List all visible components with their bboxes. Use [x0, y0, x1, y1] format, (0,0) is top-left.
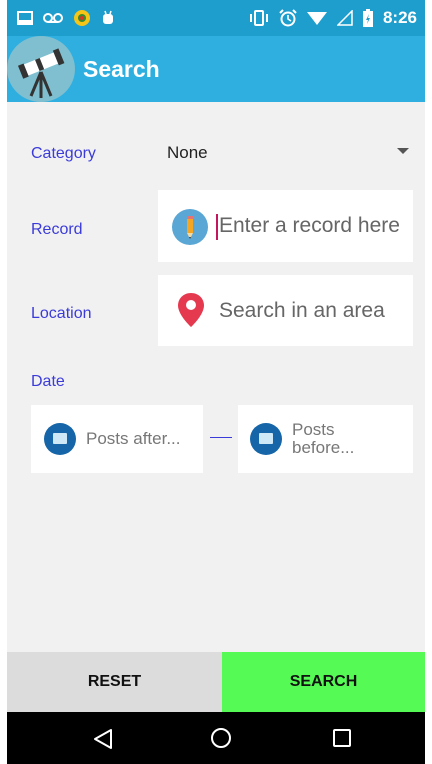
date-before-line1: Posts	[292, 420, 335, 439]
screen-icon	[17, 11, 33, 25]
android-debug-icon	[103, 10, 113, 24]
location-placeholder: Search in an area	[219, 299, 385, 322]
voicemail-icon	[43, 13, 63, 23]
map-pin-icon	[178, 293, 204, 327]
calendar-icon	[44, 423, 76, 455]
date-before-placeholder: Posts before...	[292, 421, 354, 457]
dropdown-arrow-icon[interactable]	[397, 148, 409, 154]
app-screen: 8:26 Search Category None Record Enter a…	[7, 0, 425, 764]
record-placeholder: Enter a record here	[219, 214, 400, 237]
category-label: Category	[31, 145, 96, 162]
location-input[interactable]: Search in an area	[158, 275, 413, 346]
pencil-icon	[172, 209, 208, 245]
recent-apps-icon[interactable]	[333, 729, 351, 747]
telescope-icon	[17, 48, 65, 98]
calendar-icon	[250, 423, 282, 455]
record-label: Record	[31, 221, 83, 238]
date-after-placeholder: Posts after...	[86, 429, 181, 448]
status-right-icons: 8:26	[249, 8, 417, 28]
date-after-input[interactable]: Posts after...	[31, 405, 203, 473]
navigation-bar	[7, 712, 425, 764]
back-icon[interactable]	[93, 728, 113, 750]
location-label: Location	[31, 305, 92, 322]
status-time: 8:26	[382, 8, 417, 27]
date-range-separator	[210, 437, 232, 438]
category-select[interactable]: None	[167, 143, 208, 163]
record-input[interactable]: Enter a record here	[158, 190, 413, 262]
battery-icon	[362, 9, 373, 27]
alarm-icon	[279, 9, 297, 27]
home-icon[interactable]	[211, 728, 231, 748]
date-before-line2: before...	[292, 438, 355, 457]
status-bar: 8:26	[7, 0, 425, 36]
reset-button[interactable]: RESET	[7, 652, 222, 712]
status-left-icons	[17, 9, 115, 27]
date-label: Date	[31, 373, 65, 390]
signal-icon	[336, 10, 353, 26]
app-notification-icon	[74, 10, 90, 26]
vibrate-icon	[249, 10, 268, 26]
search-button[interactable]: SEARCH	[222, 652, 425, 712]
page-title: Search	[83, 56, 160, 82]
date-before-input[interactable]: Posts before...	[238, 405, 413, 473]
app-logo[interactable]	[7, 36, 75, 102]
action-bar: Search	[7, 36, 425, 102]
text-cursor	[216, 214, 218, 240]
wifi-icon	[306, 12, 327, 25]
